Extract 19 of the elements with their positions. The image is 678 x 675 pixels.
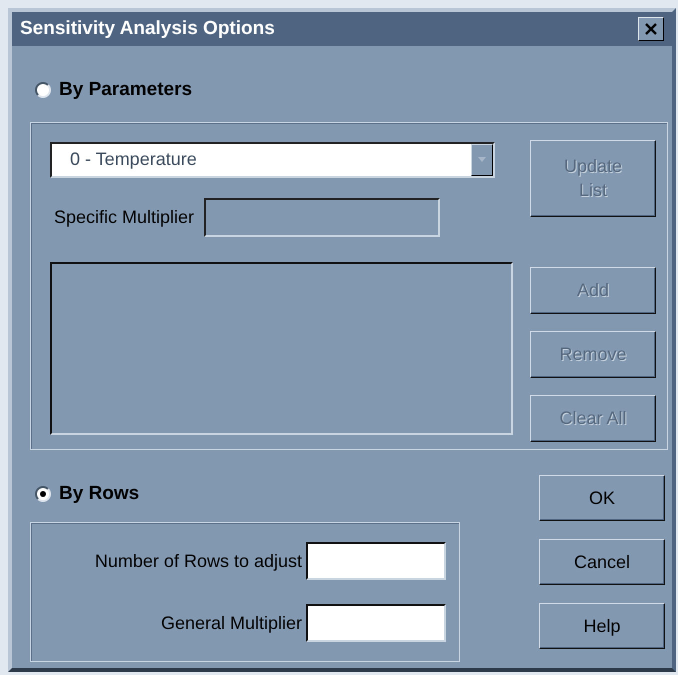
dialog-button[interactable]: Help (539, 602, 665, 648)
dialog-button[interactable]: Cancel (539, 538, 665, 584)
window-title: Sensitivity Analysis Options (20, 16, 275, 41)
input-field[interactable] (306, 604, 446, 642)
dropdown-value: 0 - Temperature (69, 148, 197, 171)
close-button[interactable] (638, 17, 664, 41)
parameter-dropdown[interactable]: 0 - Temperature (50, 142, 495, 178)
field-label: General Multiplier (160, 612, 302, 635)
radio-button[interactable] (35, 486, 51, 502)
radio-label: By Rows (59, 482, 140, 506)
radio-label: By Parameters (59, 78, 192, 102)
dialog-button[interactable]: OK (539, 474, 665, 520)
field-label: Number of Rows to adjust (94, 550, 302, 573)
caret-icon (478, 157, 486, 162)
dropdown-arrow-button[interactable] (471, 144, 493, 176)
input-field[interactable] (306, 542, 446, 580)
field-label: Specific Multiplier (54, 206, 194, 229)
radio-button[interactable] (35, 82, 51, 98)
close-icon (644, 22, 658, 36)
